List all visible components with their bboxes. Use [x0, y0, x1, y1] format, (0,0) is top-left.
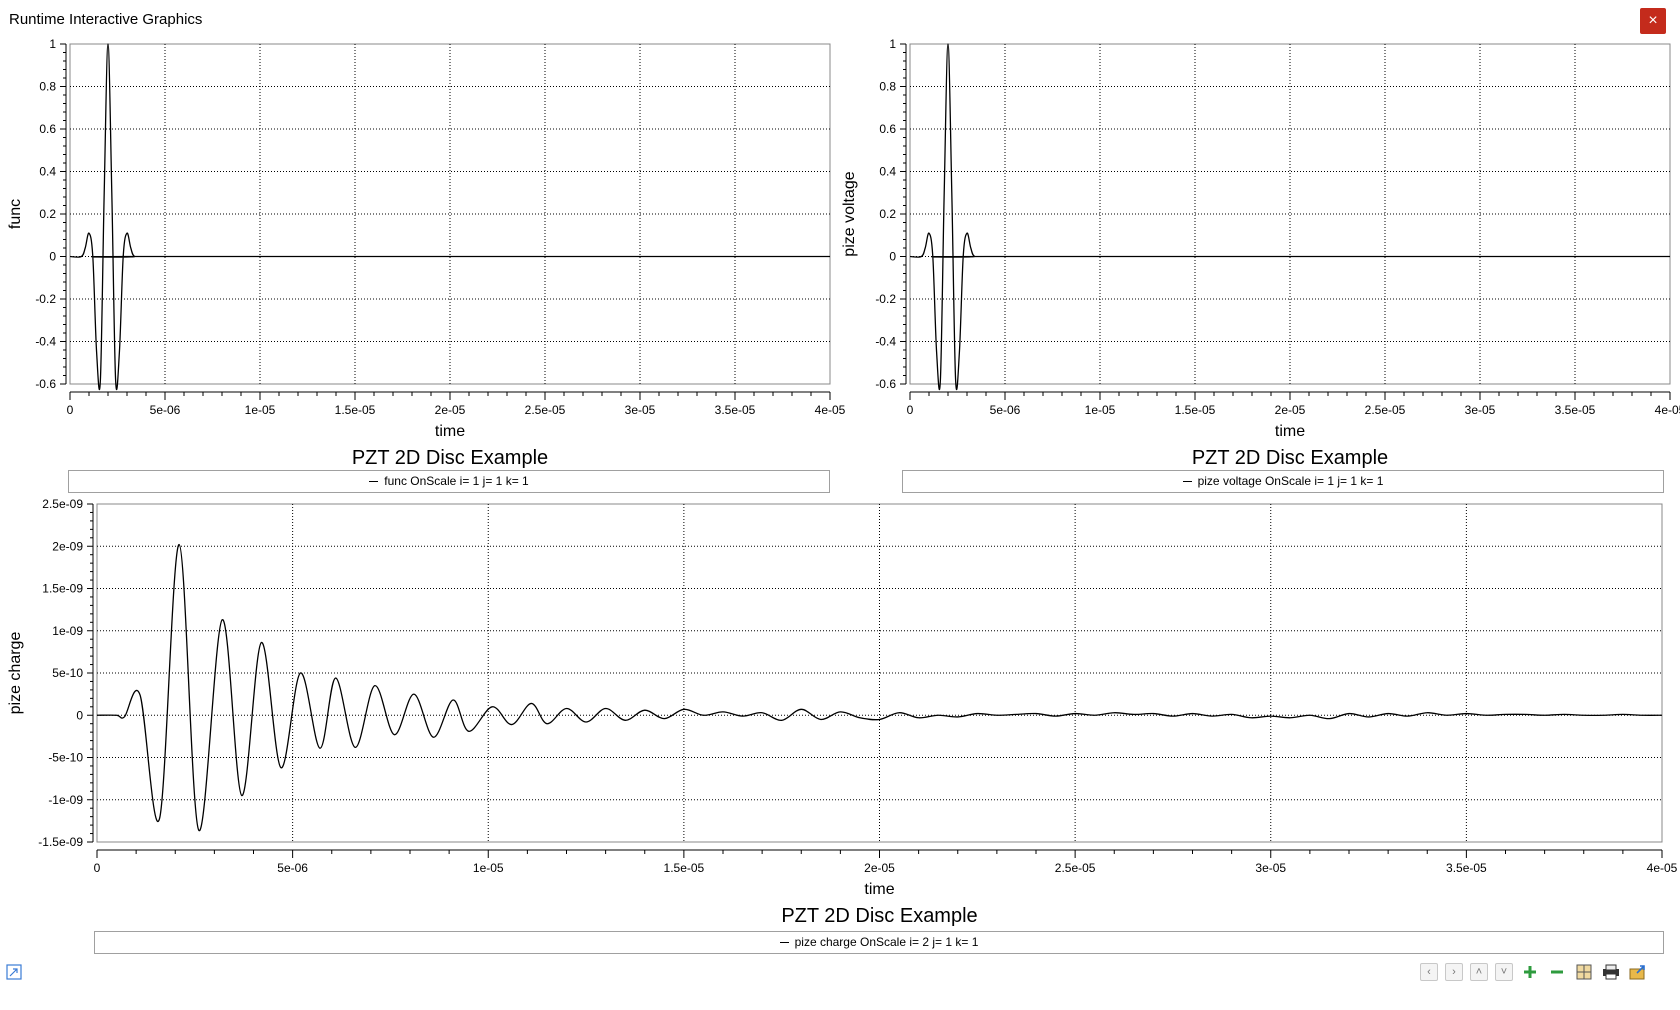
- x-tick-label: 1.5e-05: [1175, 403, 1216, 417]
- func-legend-label: func OnScale i= 1 j= 1 k= 1: [384, 474, 529, 488]
- y-tick-label: -0.6: [875, 377, 896, 391]
- func-chart[interactable]: 0 5e-06 1e-05 1.5e-05 2e-05 2.5e-05 3e-05 3.5e-…: [0, 37, 846, 469]
- y-tick-label: 0.6: [39, 122, 56, 136]
- y-tick-label: -1.5e-09: [38, 835, 83, 849]
- x-tick-label: 2.5e-05: [1055, 861, 1096, 875]
- y-tick-label: 0.2: [879, 207, 896, 221]
- close-button[interactable]: ×: [1640, 8, 1666, 34]
- print-icon[interactable]: [1601, 962, 1621, 982]
- func-legend: func OnScale i= 1 j= 1 k= 1: [68, 470, 830, 493]
- y-tick-label: 0.2: [39, 207, 56, 221]
- y-tick-label: 0: [889, 250, 896, 264]
- x-tick-label: 2e-05: [1275, 403, 1306, 417]
- fit-view-icon[interactable]: [1574, 962, 1594, 982]
- y-tick-label: 2.5e-09: [42, 497, 83, 511]
- x-tick-label: 3.5e-05: [1555, 403, 1596, 417]
- chart-title: PZT 2D Disc Example: [1192, 447, 1388, 469]
- y-tick-label: -1e-09: [48, 793, 83, 807]
- y-tick-label: 0: [49, 250, 56, 264]
- legend-line-icon: [369, 481, 379, 483]
- x-axis-label: time: [1275, 423, 1305, 440]
- x-tick-label: 0: [907, 403, 914, 417]
- right-arrow-icon[interactable]: ›: [1445, 963, 1463, 981]
- x-tick-label: 0: [67, 403, 74, 417]
- x-tick-label: 1e-05: [245, 403, 276, 417]
- export-icon[interactable]: [1628, 962, 1648, 982]
- pize-charge-legend: pize charge OnScale i= 2 j= 1 k= 1: [94, 931, 1664, 954]
- y-tick-label: 0: [76, 708, 83, 722]
- x-tick-label: 2.5e-05: [1365, 403, 1406, 417]
- pize-voltage-chart[interactable]: 0 5e-06 1e-05 1.5e-05 2e-05 2.5e-05 3e-05 3.5e-…: [840, 37, 1680, 469]
- x-tick-label: 0: [94, 861, 101, 875]
- x-tick-label: 1e-05: [1085, 403, 1116, 417]
- left-arrow-icon[interactable]: ‹: [1420, 963, 1438, 981]
- window-title: Runtime Interactive Graphics: [9, 11, 203, 28]
- y-tick-label: 0.8: [879, 80, 896, 94]
- y-tick-label: -5e-10: [48, 751, 83, 765]
- x-tick-label: 5e-06: [277, 861, 308, 875]
- up-arrow-icon[interactable]: ˄: [1470, 963, 1488, 981]
- zoom-in-icon[interactable]: [1520, 962, 1540, 982]
- down-arrow-icon[interactable]: ˅: [1495, 963, 1513, 981]
- x-axis-label: time: [435, 423, 465, 440]
- y-tick-label: 1: [49, 37, 56, 51]
- chart-title: PZT 2D Disc Example: [781, 905, 977, 927]
- legend-line-icon: [1182, 481, 1192, 483]
- x-tick-label: 4e-05: [1655, 403, 1680, 417]
- title-bar: Runtime Interactive Graphics ×: [0, 0, 1680, 40]
- y-tick-label: 1: [889, 37, 896, 51]
- pize-voltage-legend: pize voltage OnScale i= 1 j= 1 k= 1: [902, 470, 1664, 493]
- chart-title: PZT 2D Disc Example: [352, 447, 548, 469]
- x-tick-label: 1.5e-05: [664, 861, 705, 875]
- restore-icon[interactable]: [6, 964, 22, 980]
- x-tick-label: 3e-05: [1255, 861, 1286, 875]
- x-tick-label: 2e-05: [864, 861, 895, 875]
- x-tick-label: 3e-05: [625, 403, 656, 417]
- pize-voltage-legend-label: pize voltage OnScale i= 1 j= 1 k= 1: [1197, 474, 1384, 488]
- y-tick-label: 0.6: [879, 122, 896, 136]
- zoom-out-icon[interactable]: [1547, 962, 1567, 982]
- x-tick-label: 1.5e-05: [335, 403, 376, 417]
- y-tick-label: -0.6: [35, 377, 56, 391]
- y-tick-label: 1.5e-09: [42, 582, 83, 596]
- legend-line-icon: [779, 942, 789, 944]
- y-tick-label: -0.4: [875, 335, 896, 349]
- y-tick-label: 0.4: [39, 165, 56, 179]
- y-tick-label: 0.4: [879, 165, 896, 179]
- y-tick-label: 1e-09: [52, 624, 83, 638]
- chart-toolbar: ‹ › ˄ ˅: [1420, 962, 1648, 982]
- x-tick-label: 3.5e-05: [1446, 861, 1487, 875]
- y-axis-label: pize charge: [7, 632, 24, 715]
- y-tick-label: -0.2: [35, 292, 56, 306]
- y-axis-label: pize voltage: [841, 171, 858, 256]
- x-tick-label: 2e-05: [435, 403, 466, 417]
- y-tick-label: -0.4: [35, 335, 56, 349]
- y-tick-label: 2e-09: [52, 539, 83, 553]
- x-tick-label: 5e-06: [990, 403, 1021, 417]
- pize-charge-legend-label: pize charge OnScale i= 2 j= 1 k= 1: [794, 935, 979, 949]
- y-axis-label: func: [7, 199, 24, 229]
- y-tick-label: 0.8: [39, 80, 56, 94]
- x-tick-label: 1e-05: [473, 861, 504, 875]
- x-tick-label: 3e-05: [1465, 403, 1496, 417]
- y-tick-label: 5e-10: [52, 666, 83, 680]
- x-tick-label: 3.5e-05: [715, 403, 756, 417]
- x-tick-label: 4e-05: [1647, 861, 1678, 875]
- x-axis-label: time: [864, 881, 894, 898]
- y-tick-label: -0.2: [875, 292, 896, 306]
- x-tick-label: 2.5e-05: [525, 403, 566, 417]
- x-tick-label: 5e-06: [150, 403, 181, 417]
- pize-charge-chart[interactable]: 0 5e-06 1e-05 1.5e-05 2e-05 2.5e-05 3e-05 3.5e-…: [0, 497, 1680, 930]
